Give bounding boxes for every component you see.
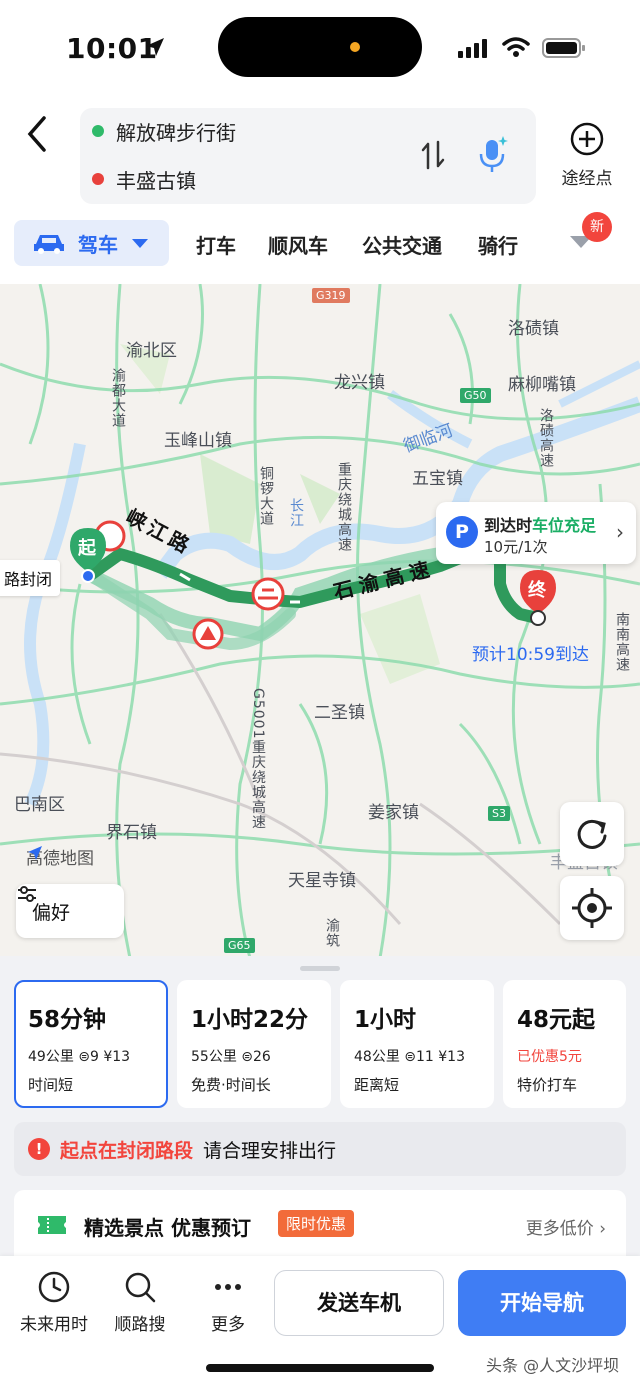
road-label: G5001重庆绕城高速 (250, 688, 266, 830)
locate-me-button[interactable] (560, 876, 624, 940)
map-label: 界石镇 (106, 823, 157, 843)
start-marker[interactable]: 起 (78, 534, 96, 560)
eta-label: 预计10:59到达 (472, 645, 589, 665)
road-closed-tag[interactable]: 路封闭 (0, 560, 61, 596)
road-label: 渝筑 (324, 918, 340, 948)
along-route-search-button[interactable]: 顺路搜 (100, 1270, 180, 1335)
watermark-text: 头条 @人文沙坪坝 (486, 1356, 620, 1375)
dropdown-caret-icon (132, 238, 148, 248)
bottom-action-bar: 未来用时 顺路搜 更多 发送车机 开始导航 头条 @人文沙坪坝 (0, 1256, 640, 1388)
start-navigation-button[interactable]: 开始导航 (458, 1270, 626, 1336)
plus-circle-icon (570, 122, 604, 156)
map-label: 姜家镇 (368, 803, 419, 823)
alert-highlight: 起点在封闭路段 (60, 1139, 194, 1162)
road-label: 南南高速 (614, 612, 630, 672)
road-label: 长江 (288, 498, 304, 528)
map-label: 洛碛镇 (508, 319, 559, 339)
route-header: 解放碑步行街 丰盛古镇 途经点 驾车 打车 顺风车 公共交通 骑行 新 (0, 96, 640, 284)
navigation-arrow-icon (28, 846, 42, 860)
promo-tag: 限时优惠 (278, 1210, 355, 1237)
end-location-text: 丰盛古镇 (116, 168, 196, 193)
highway-shield: S3 (488, 806, 510, 821)
tab-public-transit[interactable]: 公共交通 (362, 230, 442, 259)
end-dot-icon (92, 173, 104, 185)
more-dots-icon (215, 1284, 241, 1290)
map-label: 天星寺镇 (288, 871, 356, 891)
highway-shield: G50 (460, 388, 491, 403)
parking-info-card[interactable]: P 到达时车位充足 10元/1次 › (436, 502, 636, 564)
route-option-3[interactable]: 1小时 48公里 ⊜11 ¥13 距离短 (340, 980, 494, 1108)
promo-more-link[interactable]: 更多低价 › (526, 1214, 606, 1239)
start-dot-icon (92, 125, 104, 137)
tab-drive-label: 驾车 (78, 232, 118, 257)
transport-mode-tabs: 驾车 打车 顺风车 公共交通 骑行 新 (0, 212, 640, 270)
tab-carpool[interactable]: 顺风车 (268, 230, 328, 259)
route-option-2[interactable]: 1小时22分 55公里 ⊜26 免费·时间长 (177, 980, 331, 1108)
parking-price: 10元/1次 (484, 538, 548, 556)
route-options-sheet: 58分钟 49公里 ⊜9 ¥13 时间短 1小时22分 55公里 ⊜26 免费·… (0, 956, 640, 1260)
sheet-handle[interactable] (300, 966, 340, 971)
map-label: 五宝镇 (412, 469, 463, 489)
battery-icon (542, 38, 585, 58)
preference-button[interactable]: 偏好 (16, 884, 124, 938)
road-label: 洛碛高速 (538, 408, 554, 468)
taxi-option[interactable]: 48元起 已优惠5元 特价打车 (503, 980, 626, 1108)
route-map[interactable]: 渝北区 玉峰山镇 龙兴镇 洛碛镇 麻柳嘴镇 御临河 五宝镇 二圣镇 姜家镇 巴南… (0, 284, 640, 958)
send-to-car-button[interactable]: 发送车机 (274, 1270, 444, 1336)
map-label: 玉峰山镇 (164, 431, 232, 451)
map-label: 渝北区 (126, 341, 177, 361)
cellular-signal-icon (458, 39, 487, 58)
dynamic-island (218, 17, 422, 77)
more-button[interactable]: 更多 (188, 1270, 268, 1335)
refresh-route-button[interactable] (560, 802, 624, 866)
map-label: 二圣镇 (314, 703, 365, 723)
ticket-icon (38, 1216, 66, 1234)
parking-icon: P (446, 516, 478, 548)
tab-cycling[interactable]: 骑行 (478, 230, 518, 259)
future-time-button[interactable]: 未来用时 (14, 1270, 94, 1335)
home-indicator[interactable] (206, 1364, 434, 1372)
map-label: 巴南区 (14, 795, 65, 815)
road-label: 铜锣大道 (258, 466, 274, 526)
clock-icon (38, 1271, 70, 1303)
refresh-icon (577, 819, 607, 849)
new-badge: 新 (582, 212, 612, 242)
tab-drive[interactable]: 驾车 (14, 220, 169, 266)
voice-input-icon[interactable] (476, 134, 510, 174)
start-location-field[interactable]: 解放碑步行街 (92, 116, 236, 146)
status-bar: 10:01 (0, 0, 640, 96)
parking-title: 到达时车位充足 (484, 516, 597, 535)
map-brand: 高德地图 (26, 844, 94, 869)
add-waypoint-button[interactable]: 途经点 (552, 122, 622, 192)
swap-icon[interactable] (420, 140, 446, 170)
road-label: 渝都大道 (110, 368, 126, 428)
closure-alert[interactable]: ! 起点在封闭路段 请合理安排出行 (14, 1122, 626, 1176)
alert-text: 请合理安排出行 (203, 1139, 337, 1162)
car-icon (34, 235, 64, 254)
highway-shield: G65 (224, 938, 255, 953)
start-location-text: 解放碑步行街 (116, 120, 236, 145)
search-icon (125, 1272, 156, 1303)
locate-icon (572, 888, 612, 928)
route-option-1[interactable]: 58分钟 49公里 ⊜9 ¥13 时间短 (14, 980, 168, 1108)
privacy-indicator (350, 42, 360, 52)
location-arrow-icon (146, 38, 164, 56)
tab-taxi[interactable]: 打车 (196, 230, 236, 259)
map-label: 麻柳嘴镇 (508, 375, 576, 395)
map-label: 龙兴镇 (334, 373, 385, 393)
highway-shield: G319 (312, 288, 350, 303)
end-marker[interactable]: 终 (528, 576, 546, 602)
back-button[interactable] (22, 114, 52, 154)
end-location-field[interactable]: 丰盛古镇 (92, 164, 196, 194)
route-input-box: 解放碑步行街 丰盛古镇 (80, 108, 536, 204)
promo-title: 精选景点 优惠预订 (84, 1216, 251, 1240)
promo-banner[interactable]: 精选景点 优惠预订 限时优惠 更多低价 › (14, 1190, 626, 1260)
waypoint-label: 途经点 (561, 169, 613, 189)
sliders-icon (18, 886, 36, 902)
wifi-icon (502, 37, 530, 57)
road-label: 重庆绕城高速 (336, 462, 352, 552)
chevron-right-icon: › (616, 520, 624, 544)
alert-icon: ! (28, 1138, 50, 1160)
